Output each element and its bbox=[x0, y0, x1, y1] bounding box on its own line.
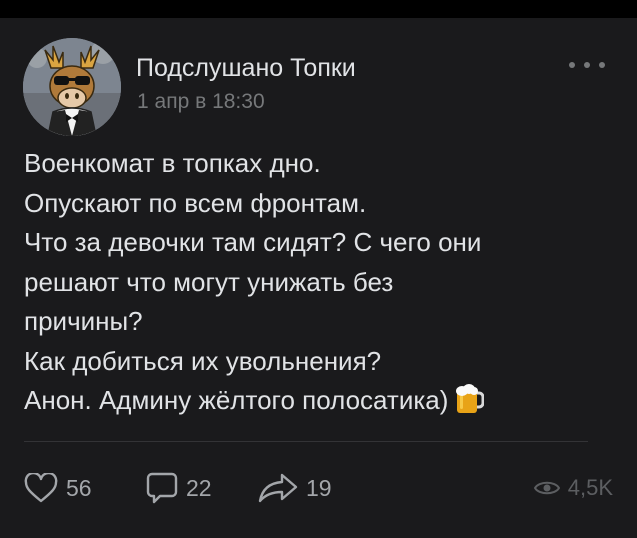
comment-button[interactable]: 22 bbox=[146, 470, 212, 506]
post-text-line: решают что могут унижать без bbox=[24, 266, 394, 297]
post-actions: 56 22 19 bbox=[24, 470, 613, 506]
community-avatar[interactable] bbox=[23, 38, 121, 136]
post-date[interactable]: 1 апр в 18:30 bbox=[137, 90, 265, 114]
share-button[interactable]: 19 bbox=[258, 470, 332, 506]
post-text-line: Военкомат в топках дно. bbox=[24, 148, 321, 178]
like-count: 56 bbox=[66, 474, 92, 501]
post-text: Военкомат в топках дно. Опускают по всем… bbox=[24, 144, 614, 427]
like-button[interactable]: 56 bbox=[24, 470, 92, 506]
views-counter: 4,5K bbox=[533, 470, 613, 506]
community-name[interactable]: Подслушано Топки bbox=[136, 54, 356, 83]
post-text-line: Опускают по всем фронтам. bbox=[24, 187, 367, 218]
comment-count: 22 bbox=[186, 474, 212, 501]
share-arrow-icon bbox=[258, 473, 298, 503]
heart-icon bbox=[24, 473, 58, 503]
post-text-line: Что за девочки там сидят? С чего они bbox=[24, 227, 482, 257]
beer-mug-icon bbox=[454, 383, 485, 427]
share-count: 19 bbox=[306, 474, 332, 501]
post-text-line: Анон. Админу жёлтого полосатика) bbox=[24, 385, 449, 415]
post-text-line: причины? bbox=[24, 306, 143, 336]
post-card: Подслушано Топки 1 апр в 18:30 Военкомат… bbox=[0, 18, 637, 538]
post-text-line: Как добиться их увольнения? bbox=[24, 345, 382, 376]
comment-icon bbox=[146, 472, 178, 504]
post-text-last-row: Анон. Админу жёлтого полосатика) bbox=[24, 381, 614, 427]
eye-icon bbox=[533, 481, 560, 495]
post-divider bbox=[24, 441, 588, 442]
moose-avatar-icon bbox=[23, 38, 121, 136]
views-count: 4,5K bbox=[567, 475, 613, 500]
more-options-icon[interactable] bbox=[569, 58, 605, 72]
